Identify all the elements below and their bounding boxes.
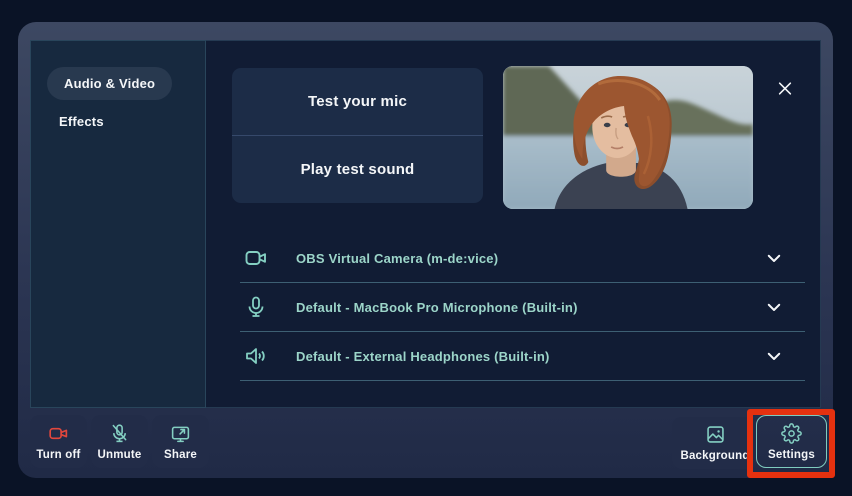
app-window: Audio & Video Effects Test your mic Play… — [18, 22, 833, 478]
close-icon[interactable] — [772, 75, 798, 101]
camera-device-select[interactable]: OBS Virtual Camera (m-de:vice) — [240, 234, 805, 283]
close-x-glyph — [778, 80, 792, 97]
unmute-label: Unmute — [97, 449, 141, 461]
speaker-device-label: Default - External Headphones (Built-in) — [296, 349, 765, 364]
share-screen-button[interactable]: Share — [152, 415, 209, 468]
background-button[interactable]: Background — [672, 417, 758, 469]
share-screen-icon — [170, 423, 191, 444]
camera-off-icon — [48, 423, 69, 444]
background-label: Background — [680, 450, 749, 462]
audio-test-group: Test your mic Play test sound — [232, 68, 483, 203]
meeting-app-screen: { "settings_panel": { "sidebar": { "item… — [0, 0, 852, 496]
unmute-button[interactable]: Unmute — [91, 415, 148, 468]
chevron-down-icon — [765, 249, 783, 267]
sidebar-item-audio-video[interactable]: Audio & Video — [47, 67, 172, 100]
camera-device-label: OBS Virtual Camera (m-de:vice) — [296, 251, 765, 266]
microphone-icon — [244, 295, 268, 319]
microphone-device-label: Default - MacBook Pro Microphone (Built-… — [296, 300, 765, 315]
background-image-icon — [705, 424, 726, 445]
speaker-icon — [244, 344, 268, 368]
play-test-sound-button[interactable]: Play test sound — [232, 136, 483, 203]
settings-button[interactable]: Settings — [756, 415, 827, 468]
chevron-down-icon — [765, 347, 783, 365]
camera-icon — [244, 246, 268, 270]
device-list: OBS Virtual Camera (m-de:vice) Default -… — [240, 234, 805, 381]
sidebar-item-effects[interactable]: Effects — [59, 114, 104, 129]
share-label: Share — [164, 449, 197, 461]
chevron-down-icon — [765, 298, 783, 316]
speaker-device-select[interactable]: Default - External Headphones (Built-in) — [240, 332, 805, 381]
camera-preview — [503, 66, 753, 209]
microphone-device-select[interactable]: Default - MacBook Pro Microphone (Built-… — [240, 283, 805, 332]
turn-off-camera-button[interactable]: Turn off — [30, 415, 87, 468]
test-mic-button[interactable]: Test your mic — [232, 68, 483, 136]
turn-off-label: Turn off — [36, 449, 80, 461]
settings-main-panel: Test your mic Play test sound — [206, 40, 821, 408]
video-preview-image — [503, 66, 753, 209]
settings-sidebar: Audio & Video Effects — [30, 40, 206, 408]
mic-muted-icon — [109, 423, 130, 444]
gear-icon — [781, 423, 802, 444]
settings-label: Settings — [768, 449, 815, 461]
